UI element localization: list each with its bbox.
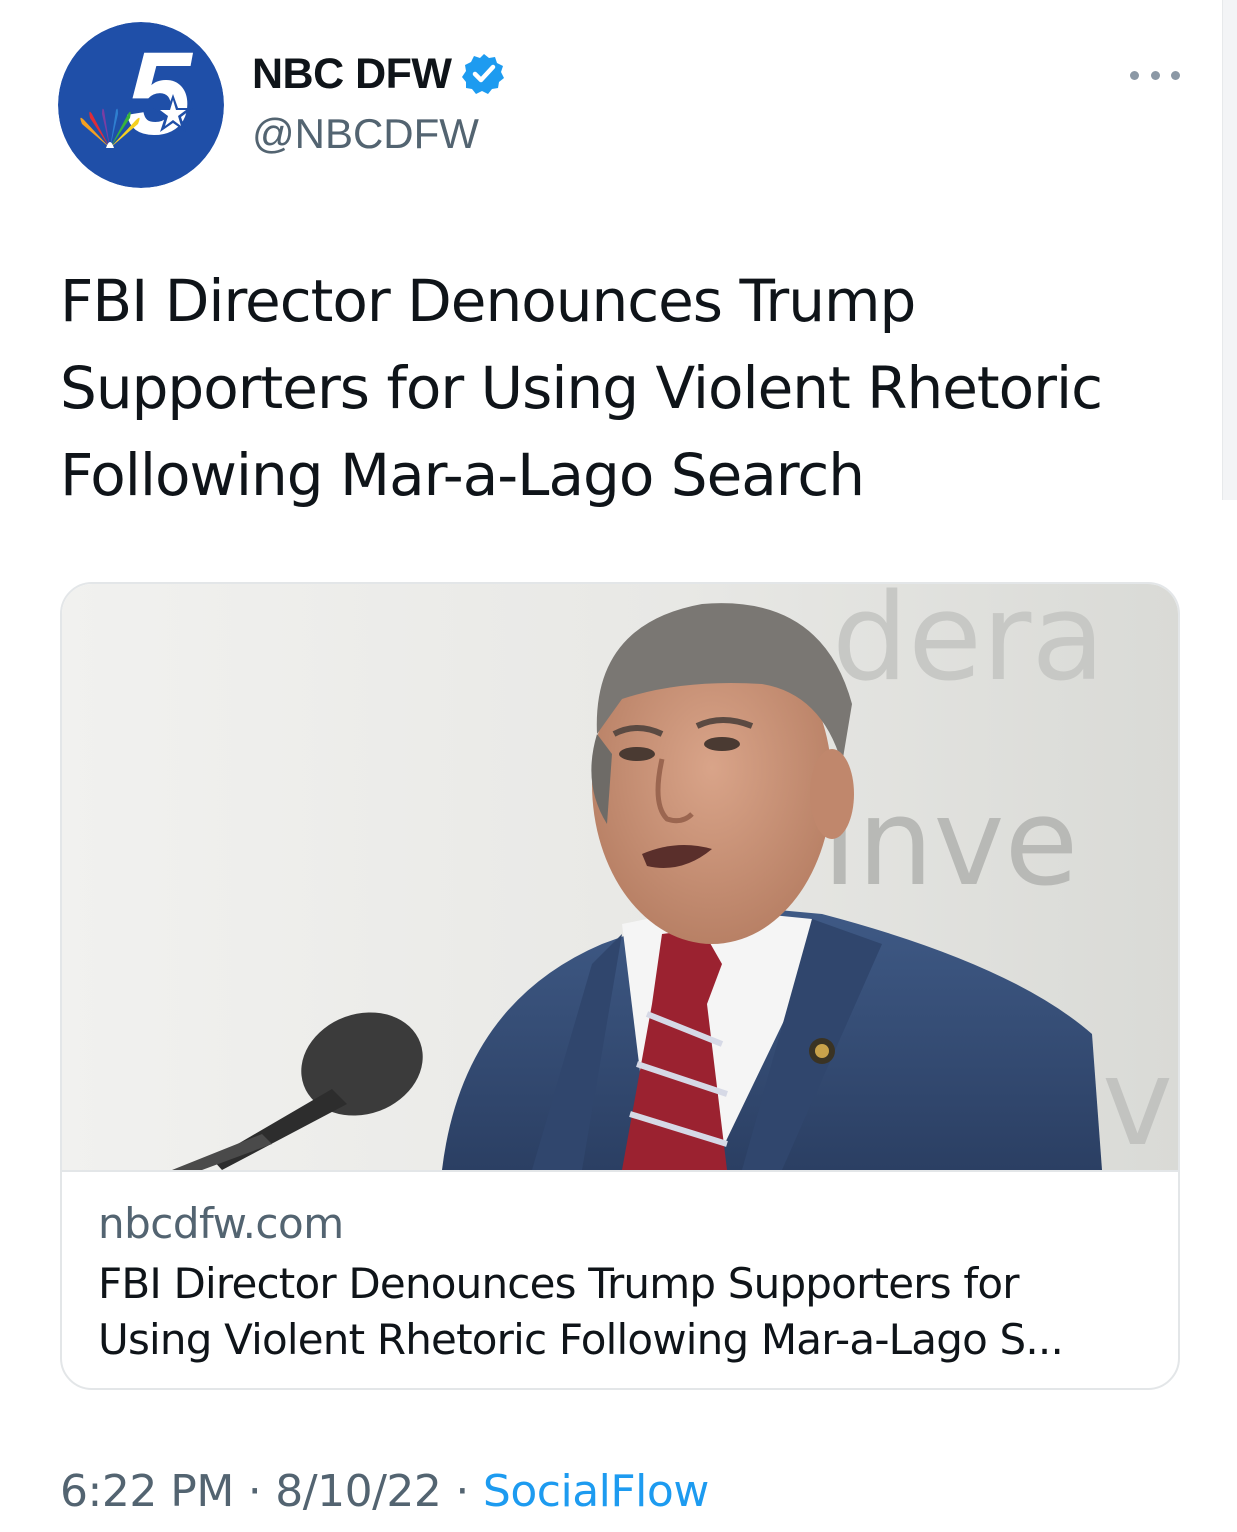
article-photo: dera Inve vi (62, 584, 1180, 1170)
link-preview-card[interactable]: dera Inve vi (60, 582, 1180, 1390)
tweet-time[interactable]: 6:22 PM (60, 1466, 234, 1517)
author-handle[interactable]: @NBCDFW (252, 110, 479, 158)
svg-text:dera: dera (832, 584, 1105, 708)
more-dot (1130, 70, 1139, 80)
avatar[interactable]: 5 (58, 22, 224, 188)
svg-text:5: 5 (126, 28, 194, 160)
nbc5-logo-icon: 5 (58, 22, 224, 188)
more-dot (1171, 70, 1180, 80)
link-preview-image[interactable]: dera Inve vi (62, 584, 1180, 1172)
author-name-row[interactable]: NBC DFW (252, 48, 506, 100)
tweet-source-link[interactable]: SocialFlow (483, 1466, 709, 1517)
link-domain[interactable]: nbcdfw.com (98, 1199, 344, 1248)
separator: · (455, 1466, 469, 1517)
svg-text:Inve: Inve (822, 774, 1078, 913)
scrollbar-track (1222, 0, 1237, 500)
tweet-date[interactable]: 8/10/22 (275, 1466, 442, 1517)
author-display-name[interactable]: NBC DFW (252, 50, 452, 99)
verified-badge-icon (461, 54, 504, 94)
tweet-meta: 6:22 PM · 8/10/22 · SocialFlow (60, 1466, 709, 1517)
more-options-icon[interactable] (1130, 62, 1180, 88)
svg-text:vi: vi (1102, 1034, 1180, 1170)
link-title[interactable]: FBI Director Denounces Trump Supporters … (98, 1256, 1148, 1368)
tweet-text: FBI Director Denounces Trump Supporters … (60, 267, 1103, 509)
more-dot (1150, 70, 1160, 80)
separator: · (247, 1466, 262, 1517)
